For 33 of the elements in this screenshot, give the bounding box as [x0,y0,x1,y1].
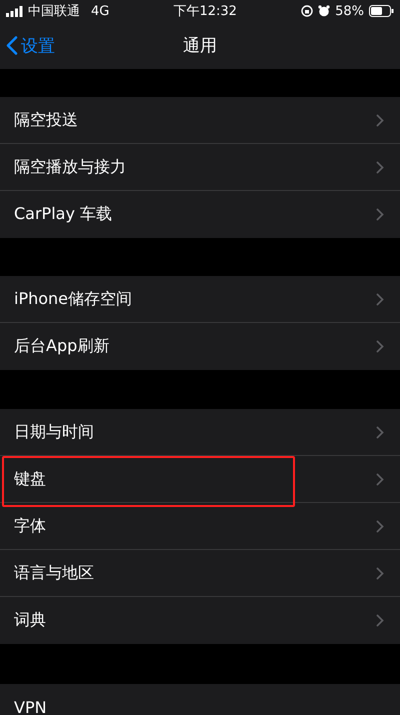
row-label: VPN [14,698,47,715]
battery-percent: 58% [335,4,364,18]
row-label: 词典 [14,610,46,631]
back-button[interactable]: 设置 [6,34,55,57]
row-label: iPhone储存空间 [14,288,132,310]
settings-row[interactable]: 日期与时间 [0,409,400,456]
settings-row[interactable]: 词典 [0,597,400,644]
carrier-name: 中国联通 [28,3,80,20]
settings-row[interactable]: 字体 [0,503,400,550]
row-label: 隔空投送 [14,110,78,130]
settings-row[interactable]: 后台App刷新 [0,323,400,370]
settings-row[interactable]: iPhone储存空间 [0,276,400,323]
settings-row[interactable]: 隔空投送 [0,97,400,144]
row-label: 后台App刷新 [14,336,110,357]
row-label: 隔空播放与接力 [14,156,126,178]
status-time: 下午12:32 [173,3,237,20]
back-chevron-icon [6,36,18,56]
page-title: 通用 [183,35,217,57]
row-label: 字体 [14,516,46,536]
settings-row[interactable]: CarPlay 车载 [0,191,400,238]
alarm-icon [318,5,330,17]
battery-icon [368,5,394,17]
row-label: CarPlay 车载 [14,204,112,225]
settings-row[interactable]: 语言与地区 [0,550,400,597]
row-label: 日期与时间 [14,422,94,442]
rotation-lock-icon [301,5,314,17]
settings-row[interactable]: VPN [0,684,400,715]
settings-row[interactable]: 键盘 [0,456,400,503]
signal-icon [6,6,23,16]
settings-row[interactable]: 隔空播放与接力 [0,144,400,191]
row-label: 语言与地区 [14,562,94,584]
network-type: 4G [91,4,110,18]
row-label: 键盘 [14,468,46,490]
